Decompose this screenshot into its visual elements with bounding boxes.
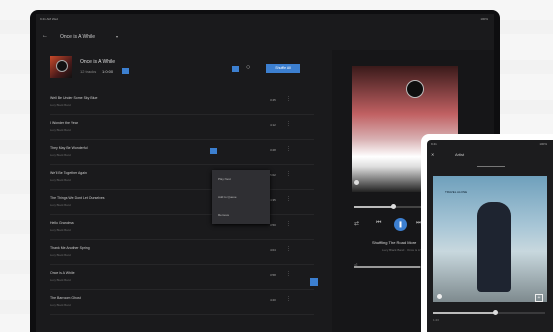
pause-icon: ❚ bbox=[398, 222, 404, 228]
phone-screen: 9:41 100% ✕ Artist TRAVEL ALONE + 1:23 bbox=[427, 140, 553, 332]
more-icon[interactable]: ⋮ bbox=[286, 196, 291, 202]
more-icon[interactable]: ⋮ bbox=[286, 221, 291, 227]
playlist-subtitle: 12 tracks bbox=[80, 69, 97, 74]
cover-info-icon[interactable] bbox=[354, 180, 359, 185]
track-title: The Things We Dont Let Ourselves bbox=[50, 196, 105, 200]
track-duration: 4:35 bbox=[270, 198, 276, 202]
more-icon[interactable]: ⋮ bbox=[286, 96, 291, 102]
track-artist: Lucy Black Band bbox=[50, 178, 71, 182]
track-artist: Lucy Black Band bbox=[50, 128, 71, 132]
track-row[interactable]: I Wonder the Year Lucy Black Band 4:12 ⋮ bbox=[50, 115, 314, 140]
status-battery: 100% bbox=[480, 17, 488, 21]
phone-album-cover: TRAVEL ALONE + bbox=[433, 176, 547, 302]
more-icon[interactable]: ⋮ bbox=[286, 271, 291, 277]
sync-icon[interactable]: ○ bbox=[246, 64, 250, 71]
track-title: We'll Be Together Again bbox=[50, 171, 87, 175]
download-badge-icon bbox=[122, 68, 129, 74]
playlist-title: Once is A While bbox=[80, 59, 116, 65]
more-icon[interactable]: ⋮ bbox=[286, 146, 291, 152]
shuffle-all-button[interactable]: Shuffle All bbox=[266, 64, 300, 73]
back-arrow-icon[interactable]: ← bbox=[42, 33, 48, 39]
menu-item-play-next[interactable]: Play Next bbox=[212, 170, 270, 188]
chevron-down-icon[interactable]: ▾ bbox=[116, 34, 118, 39]
playlist-artwork bbox=[50, 56, 72, 78]
track-artist: Lucy Black Band bbox=[50, 303, 71, 307]
play-pause-button[interactable]: ❚ bbox=[394, 218, 407, 231]
phone-status-bar: 9:41 100% bbox=[431, 142, 549, 146]
status-time: 9:41 AM Wed bbox=[40, 17, 58, 21]
now-playing-title: Shuffling The Road More bbox=[372, 240, 417, 245]
drag-handle[interactable] bbox=[477, 166, 505, 167]
seek-knob[interactable] bbox=[390, 204, 396, 209]
cover-text: TRAVEL ALONE bbox=[445, 190, 468, 194]
track-row[interactable]: Well Be Under Some Sky Blue Lucy Black Ba… bbox=[50, 90, 314, 115]
track-duration: 4:04 bbox=[270, 248, 276, 252]
track-title: They May Be Wonderful bbox=[50, 146, 88, 150]
phone-device: 9:41 100% ✕ Artist TRAVEL ALONE + 1:23 bbox=[421, 134, 553, 332]
menu-item-add-to-queue[interactable]: Add to Queue bbox=[212, 188, 270, 206]
track-artist: Lucy Black Band bbox=[50, 203, 71, 207]
phone-status-time: 9:41 bbox=[431, 142, 437, 146]
track-title: Well Be Under Some Sky Blue bbox=[50, 96, 98, 100]
track-artist: Lucy Black Band bbox=[50, 278, 71, 282]
track-duration: 3:28 bbox=[270, 148, 276, 152]
phone-status-battery: 100% bbox=[539, 142, 547, 146]
track-title: Hello Grandma bbox=[50, 221, 74, 225]
track-duration: 5:02 bbox=[270, 173, 276, 177]
track-artist: Lucy Black Band bbox=[50, 103, 71, 107]
track-row[interactable]: Hello Grandma Lucy Black Band 3:50 ⋮ bbox=[50, 215, 314, 240]
top-bar: ← Once is A While ▾ bbox=[36, 24, 494, 50]
track-title: The Barroom Ghost bbox=[50, 296, 81, 300]
track-duration: 3:58 bbox=[270, 273, 276, 277]
phone-seek-bar[interactable] bbox=[433, 310, 545, 315]
status-bar: 9:41 AM Wed 100% bbox=[36, 14, 494, 24]
track-list: Well Be Under Some Sky Blue Lucy Black Ba… bbox=[50, 90, 314, 315]
track-row[interactable]: They May Be Wonderful Lucy Black Band 3:28… bbox=[50, 140, 314, 165]
queue-badge-icon[interactable] bbox=[310, 278, 318, 286]
track-duration: 3:50 bbox=[270, 223, 276, 227]
track-duration: 4:20 bbox=[270, 298, 276, 302]
track-title: I Wonder the Year bbox=[50, 121, 78, 125]
more-icon[interactable]: ⋮ bbox=[286, 171, 291, 177]
queue-icon[interactable] bbox=[210, 148, 217, 154]
track-title: Once is A While bbox=[50, 271, 75, 275]
phone-header-title: Artist bbox=[455, 152, 465, 157]
track-artist: Lucy Black Band bbox=[50, 228, 71, 232]
cover-info-icon[interactable] bbox=[437, 294, 442, 299]
playlist-duration: 1:0:00 bbox=[102, 69, 114, 74]
phone-time-elapsed: 1:23 bbox=[433, 318, 439, 322]
track-artist: Lucy Black Band bbox=[50, 153, 71, 157]
breadcrumb[interactable]: Once is A While bbox=[60, 34, 95, 40]
previous-icon[interactable]: ⏮ bbox=[376, 220, 381, 227]
menu-item-remove[interactable]: Remove bbox=[212, 206, 270, 224]
close-icon[interactable]: ✕ bbox=[431, 152, 434, 157]
track-artist: Lucy Black Band bbox=[50, 253, 71, 257]
track-row[interactable]: We'll Be Together Again Lucy Black Band 5:… bbox=[50, 165, 314, 190]
playlist-panel: Once is A While 12 tracks 1:0:00 ○ Shuff… bbox=[36, 50, 318, 332]
more-icon[interactable]: ⋮ bbox=[286, 121, 291, 127]
track-row[interactable]: The Barroom Ghost Lucy Black Band 4:20 ⋮ bbox=[50, 290, 314, 315]
shuffle-icon[interactable]: ⇄ bbox=[354, 220, 359, 227]
track-row[interactable]: Once is A While Lucy Black Band 3:58 ⋮ bbox=[50, 265, 314, 290]
track-duration: 4:12 bbox=[270, 123, 276, 127]
track-row[interactable]: Thank Me Another Spring Lucy Black Band 4:… bbox=[50, 240, 314, 265]
more-icon[interactable]: ⋮ bbox=[286, 296, 291, 302]
more-icon[interactable]: ⋮ bbox=[286, 246, 291, 252]
phone-seek-knob[interactable] bbox=[492, 310, 498, 315]
track-duration: 3:45 bbox=[270, 98, 276, 102]
track-row[interactable]: The Things We Dont Let Ourselves Lucy Bla… bbox=[50, 190, 314, 215]
download-button[interactable] bbox=[232, 66, 239, 72]
context-menu: Play Next Add to Queue Remove bbox=[212, 170, 270, 224]
add-icon[interactable]: + bbox=[535, 294, 543, 302]
track-title: Thank Me Another Spring bbox=[50, 246, 90, 250]
